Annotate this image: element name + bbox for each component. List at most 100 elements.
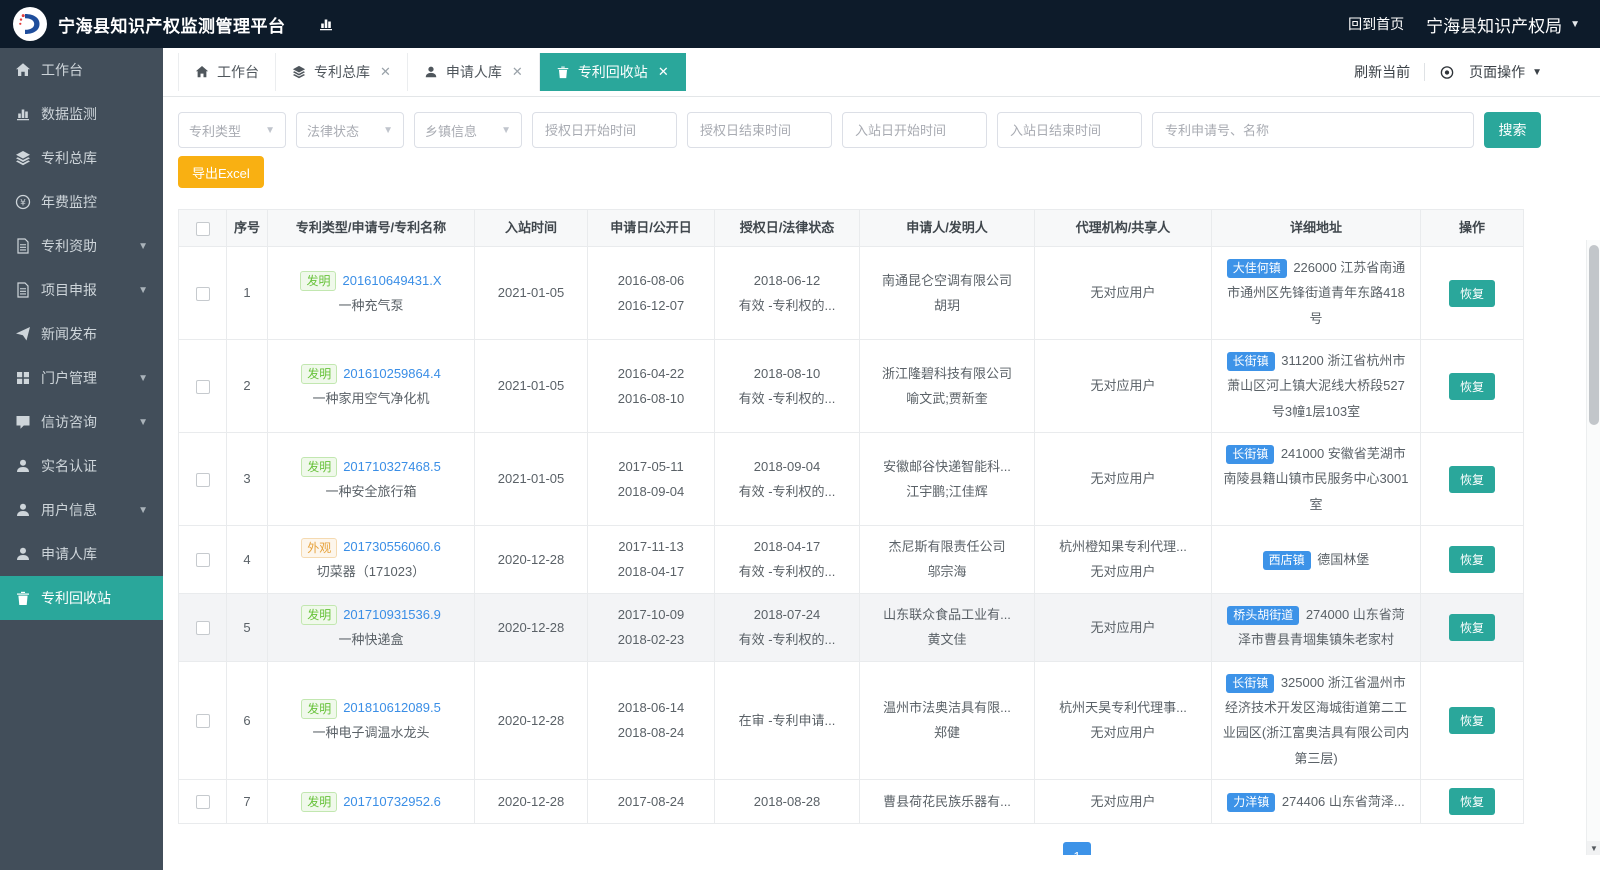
cell-apply-publish: 2017-08-24: [587, 779, 715, 825]
tab-label: 专利回收站: [577, 64, 648, 80]
tab-close-icon[interactable]: ✕: [512, 64, 523, 80]
tab-1[interactable]: 专利总库 ✕: [276, 53, 408, 91]
select-all-checkbox[interactable]: [195, 221, 210, 236]
tab-actions: 刷新当前 页面操作 ▼: [1354, 62, 1542, 82]
chevron-down-icon: ▼: [1532, 66, 1542, 78]
sidebar-item-7[interactable]: 门户管理 ▼: [0, 356, 163, 400]
user-icon: [15, 502, 31, 518]
cell-apply-publish: 2017-10-09 2018-02-23: [587, 592, 715, 662]
cell-index: 4: [226, 525, 268, 594]
table-row: 7 发明 201710732952.6 2020-12-28 2017-08-24 201…: [178, 779, 1524, 825]
sidebar-item-9[interactable]: 实名认证: [0, 444, 163, 488]
sidebar-item-label: 申请人库: [41, 546, 97, 562]
entry-end-date-input[interactable]: [997, 112, 1142, 148]
restore-button[interactable]: 恢复: [1448, 279, 1495, 307]
cell-apply-publish: 2017-05-11 2018-09-04: [587, 432, 715, 527]
restore-button[interactable]: 恢复: [1448, 372, 1495, 400]
patent-type-badge: 发明: [301, 457, 338, 478]
entry-start-date-input[interactable]: [842, 112, 987, 148]
tab-0[interactable]: 工作台: [178, 53, 276, 91]
export-excel-button[interactable]: 导出Excel: [178, 156, 264, 188]
recycle-bin-icon: [556, 65, 570, 79]
restore-button[interactable]: 恢复: [1448, 788, 1495, 816]
cell-address: 大佳何镇 226000 江苏省南通市通州区先锋街道青年东路418号: [1211, 245, 1421, 341]
back-to-home-link[interactable]: 回到首页: [1348, 14, 1404, 34]
table-row: 1 发明 201610649431.X 一种充气泵 2021-01-05 2016-08-…: [178, 245, 1524, 341]
restore-button[interactable]: 恢复: [1448, 613, 1495, 641]
sidebar-item-label: 用户信息: [41, 502, 97, 518]
restore-button[interactable]: 恢复: [1448, 545, 1495, 573]
search-button[interactable]: 搜索: [1484, 112, 1541, 148]
town-select[interactable]: 乡镇信息 ▼: [414, 112, 522, 148]
library-icon: [292, 65, 306, 79]
sidebar-item-4[interactable]: 专利资助 ▼: [0, 224, 163, 268]
row-checkbox[interactable]: [195, 286, 210, 301]
scrollbar-down-arrow-icon[interactable]: ▼: [1587, 841, 1600, 855]
page-operations-dropdown[interactable]: 页面操作 ▼: [1469, 62, 1542, 82]
tab-close-icon[interactable]: ✕: [658, 64, 669, 80]
sidebar-item-1[interactable]: 数据监测: [0, 92, 163, 136]
refresh-current-button[interactable]: 刷新当前: [1354, 62, 1410, 82]
sidebar-item-3[interactable]: ¥ 年费监控: [0, 180, 163, 224]
row-checkbox[interactable]: [195, 472, 210, 487]
monitor-chart-icon: [318, 16, 334, 32]
patent-number-link[interactable]: 201710931536.9: [343, 607, 441, 622]
cell-apply-publish: 2016-08-06 2016-12-07: [587, 245, 715, 341]
cell-actions: 恢复: [1420, 660, 1524, 781]
chart-icon: [15, 106, 31, 122]
yen-icon: ¥: [15, 194, 31, 210]
pagination-current-page[interactable]: 1: [1063, 842, 1091, 855]
sidebar-item-label: 新闻发布: [41, 326, 97, 342]
tab-2[interactable]: 申请人库 ✕: [408, 53, 540, 91]
cell-address: 力洋镇 274406 山东省菏泽...: [1211, 779, 1421, 825]
sidebar-item-label: 实名认证: [41, 458, 97, 474]
sidebar-item-2[interactable]: 专利总库: [0, 136, 163, 180]
cell-entry-date: 2020-12-28: [474, 660, 588, 781]
select-placeholder: 乡镇信息: [425, 123, 478, 139]
sidebar-item-11[interactable]: 申请人库: [0, 532, 163, 576]
row-checkbox[interactable]: [195, 379, 210, 394]
page-operations-label: 页面操作: [1469, 64, 1526, 80]
restore-button[interactable]: 恢复: [1448, 465, 1495, 493]
sidebar-item-8[interactable]: 信访咨询 ▼: [0, 400, 163, 444]
user-icon: [15, 546, 31, 562]
tab-label: 工作台: [217, 64, 259, 80]
legal-status-select[interactable]: 法律状态 ▼: [296, 112, 404, 148]
cell-entry-date: 2021-01-05: [474, 339, 588, 434]
column-header: 授权日/法律状态: [714, 209, 860, 247]
sidebar-item-0[interactable]: 工作台: [0, 48, 163, 92]
org-dropdown[interactable]: 宁海县知识产权局 ▼: [1426, 12, 1580, 37]
row-checkbox[interactable]: [195, 714, 210, 729]
sidebar-item-12[interactable]: 专利回收站: [0, 576, 163, 620]
tab-3[interactable]: 专利回收站 ✕: [539, 53, 686, 91]
patent-type-select[interactable]: 专利类型 ▼: [178, 112, 286, 148]
patent-name: 切菜器（171023）: [316, 564, 426, 580]
vertical-scrollbar[interactable]: ▼: [1586, 240, 1600, 855]
cell-applicant-inventor: 安徽邮谷快递智能科... 江宇鹏;江佳辉: [859, 432, 1035, 527]
patent-number-link[interactable]: 201610649431.X: [342, 273, 441, 288]
patent-table: 序号 专利类型/申请号/专利名称 入站时间 申请日/公开日 授权日/法律状态 申请人/发明…: [178, 209, 1524, 825]
grant-start-date-input[interactable]: [532, 112, 677, 148]
chevron-down-icon: ▼: [265, 124, 275, 136]
document-icon: [15, 282, 31, 298]
patent-number-link[interactable]: 201610259864.4: [343, 366, 441, 381]
sidebar-item-5[interactable]: 项目申报 ▼: [0, 268, 163, 312]
patent-number-link[interactable]: 201710732952.6: [343, 794, 441, 809]
tab-list: 工作台 专利总库 ✕ 申请人库 ✕ 专利回收站 ✕: [178, 53, 686, 91]
patent-search-input[interactable]: [1152, 112, 1474, 148]
grant-end-date-input[interactable]: [687, 112, 832, 148]
sidebar-item-6[interactable]: 新闻发布: [0, 312, 163, 356]
sidebar-item-10[interactable]: 用户信息 ▼: [0, 488, 163, 532]
patent-number-link[interactable]: 201710327468.5: [343, 459, 441, 474]
row-checkbox[interactable]: [195, 553, 210, 568]
patent-number-link[interactable]: 201730556060.6: [343, 539, 441, 554]
cell-grant-status: 2018-06-12 有效 -专利权的...: [714, 245, 860, 341]
tab-close-icon[interactable]: ✕: [380, 64, 391, 80]
town-badge: 大佳何镇: [1226, 259, 1287, 279]
row-checkbox[interactable]: [195, 795, 210, 810]
scrollbar-thumb[interactable]: [1589, 245, 1599, 425]
row-checkbox[interactable]: [195, 621, 210, 636]
sidebar: 工作台 数据监测 专利总库 ¥ 年费监控 专利资助 ▼ 项目申报 ▼ 新闻发布门户管理 ▼ 信访咨询 ▼…: [0, 48, 163, 870]
patent-number-link[interactable]: 201810612089.5: [343, 700, 441, 715]
restore-button[interactable]: 恢复: [1448, 706, 1495, 734]
